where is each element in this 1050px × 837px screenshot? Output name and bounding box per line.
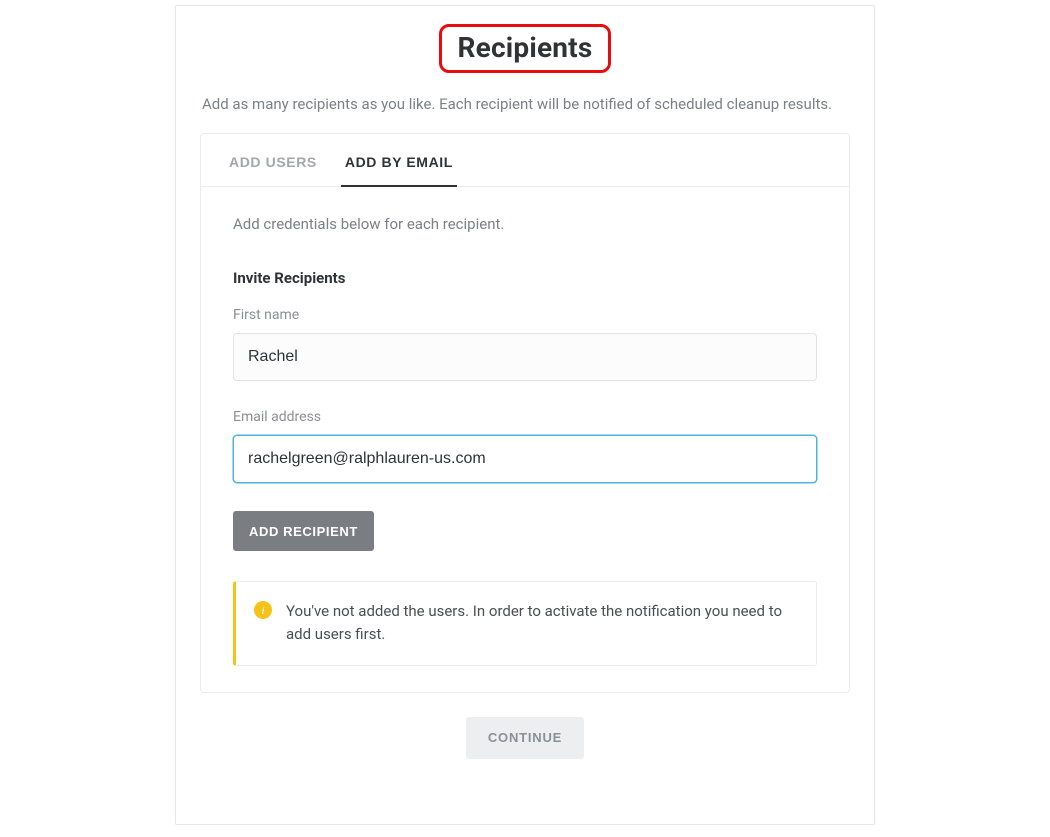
helper-text: Add credentials below for each recipient… [233,215,817,233]
page-title: Recipients [458,31,593,64]
info-icon: i [254,601,272,619]
recipients-dialog: Recipients Add as many recipients as you… [175,5,875,825]
tab-add-by-email[interactable]: ADD BY EMAIL [343,134,455,186]
first-name-group: First name [233,307,817,381]
info-text: You've not added the users. In order to … [286,600,798,647]
tabs: ADD USERS ADD BY EMAIL [201,134,849,187]
email-group: Email address [233,409,817,483]
title-highlight: Recipients [439,24,612,73]
dialog-footer: CONTINUE [200,717,850,759]
card-body: Add credentials below for each recipient… [201,187,849,692]
tab-add-users[interactable]: ADD USERS [227,134,319,186]
email-label: Email address [233,409,817,425]
recipients-card: ADD USERS ADD BY EMAIL Add credentials b… [200,133,850,693]
email-input[interactable] [233,435,817,483]
continue-button[interactable]: CONTINUE [466,717,584,759]
first-name-input[interactable] [233,333,817,381]
invite-section-title: Invite Recipients [233,269,817,287]
add-recipient-button[interactable]: ADD RECIPIENT [233,511,374,551]
info-banner: i You've not added the users. In order t… [233,581,817,666]
first-name-label: First name [233,307,817,323]
title-wrap: Recipients [200,24,850,73]
page-subtitle: Add as many recipients as you like. Each… [200,95,850,113]
